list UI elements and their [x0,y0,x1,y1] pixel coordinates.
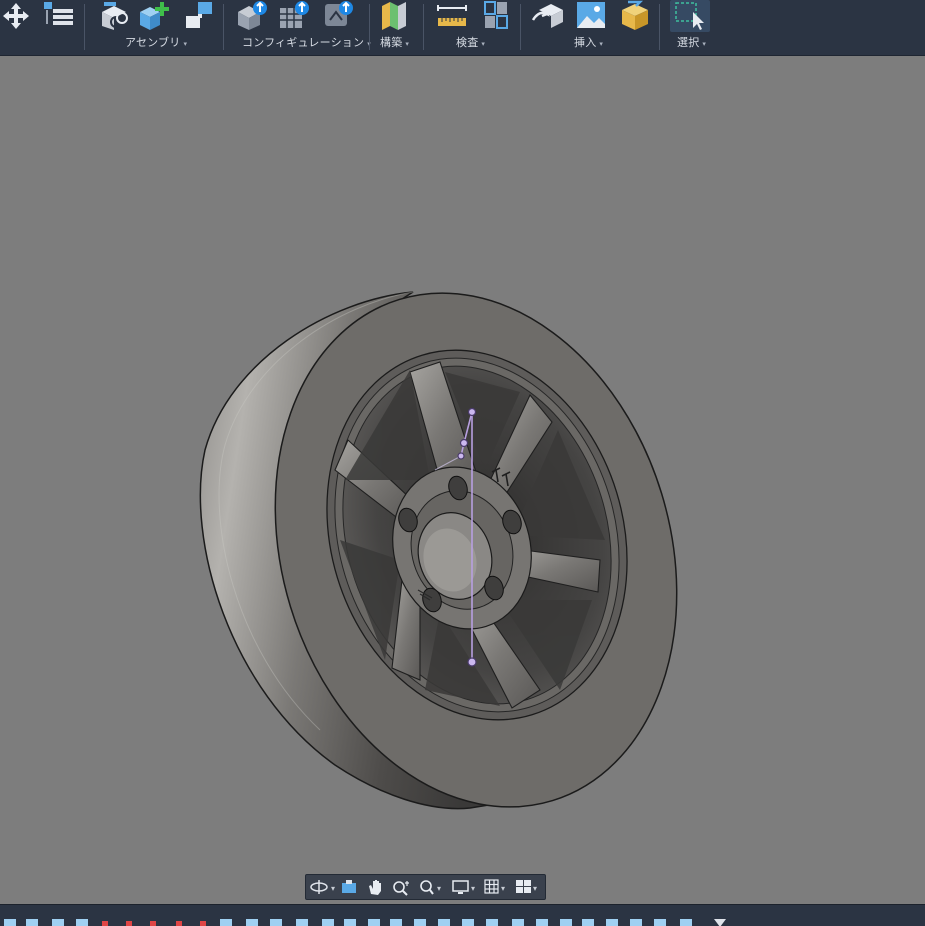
group-label-assembly[interactable]: アセンブリ ▾ [125,34,187,50]
ribbon-separator [659,4,660,50]
group-insert: 挿入 ▾ [522,0,660,55]
orbit-icon[interactable]: ▾ [309,878,335,896]
group-configuration: コンフィギュレーション▾ [225,0,371,55]
look-at-icon[interactable] [337,878,363,896]
group-label-configuration[interactable]: コンフィギュレーション▾ [242,34,371,50]
canvas-viewport[interactable] [0,56,925,904]
dropdown-caret-icon: ▾ [501,884,505,893]
new-component-icon[interactable] [138,0,172,30]
insert-mcmaster-icon[interactable] [618,0,652,30]
ribbon-separator [369,4,370,50]
fit-icon[interactable]: ▾ [417,878,443,896]
configuration-table-icon[interactable] [277,0,311,30]
bill-of-materials-icon[interactable] [41,0,75,30]
section-analysis-icon[interactable] [479,0,513,30]
ribbon-separator [520,4,521,50]
group-label-select[interactable]: 選択 ▾ [677,34,706,50]
dropdown-caret-icon: ▾ [599,40,604,48]
ribbon-separator [223,4,224,50]
group-label-text: 構築 [380,36,403,49]
move-icon[interactable] [0,0,34,30]
group-select: 選択 ▾ [661,0,721,55]
group-label-text: 検査 [456,36,479,49]
joint-icon[interactable] [96,0,130,30]
dropdown-caret-icon: ▾ [405,40,410,48]
group-label-text: 選択 [677,36,700,49]
viewports-icon[interactable]: ▾ [514,878,540,896]
pan-icon[interactable] [363,878,389,896]
ribbon-separator [84,4,85,50]
display-settings-icon[interactable]: ▾ [451,878,477,896]
dropdown-caret-icon: ▾ [481,40,486,48]
measure-icon[interactable] [435,0,469,30]
group-label-inspect[interactable]: 検査 ▾ [456,34,485,50]
group-label-text: コンフィギュレーション [242,36,365,49]
attached-canvas-icon[interactable] [574,0,608,30]
dropdown-caret-icon: ▾ [331,884,335,893]
insert-derive-icon[interactable] [531,0,565,30]
configuration-rule-icon[interactable] [321,0,355,30]
grid-icon[interactable]: ▾ [482,878,508,896]
window-select-icon[interactable] [673,0,707,30]
group-label-text: アセンブリ [125,36,181,49]
ribbon-toolbar: アセンブリ▾ コンフィギュレーション▾ [0,0,925,56]
group-label-text: 挿入 [574,36,597,49]
navigation-bar: ▾ ▾ ▾ ▾ ▾ [305,874,546,900]
rigid-group-icon[interactable] [182,0,216,30]
configure-icon[interactable] [235,0,269,30]
dropdown-caret-icon: ▾ [183,40,188,48]
group-label-insert[interactable]: 挿入 ▾ [574,34,603,50]
timeline-bar [0,904,925,926]
construction-plane-icon[interactable] [378,0,412,30]
dropdown-caret-icon: ▾ [437,884,441,893]
dropdown-caret-icon: ▾ [533,884,537,893]
timeline-feature-icons[interactable] [0,905,925,926]
zoom-icon[interactable] [389,878,415,896]
group-modify [0,0,85,55]
group-inspect: 検査 ▾ [425,0,521,55]
dropdown-caret-icon: ▾ [702,40,707,48]
group-construction: 構築 ▾ [371,0,424,55]
ribbon-separator [423,4,424,50]
wheel-model[interactable] [0,56,925,904]
group-label-construction[interactable]: 構築 ▾ [380,34,409,50]
group-assembly: アセンブリ ▾ [86,0,224,55]
dropdown-caret-icon: ▾ [471,884,475,893]
